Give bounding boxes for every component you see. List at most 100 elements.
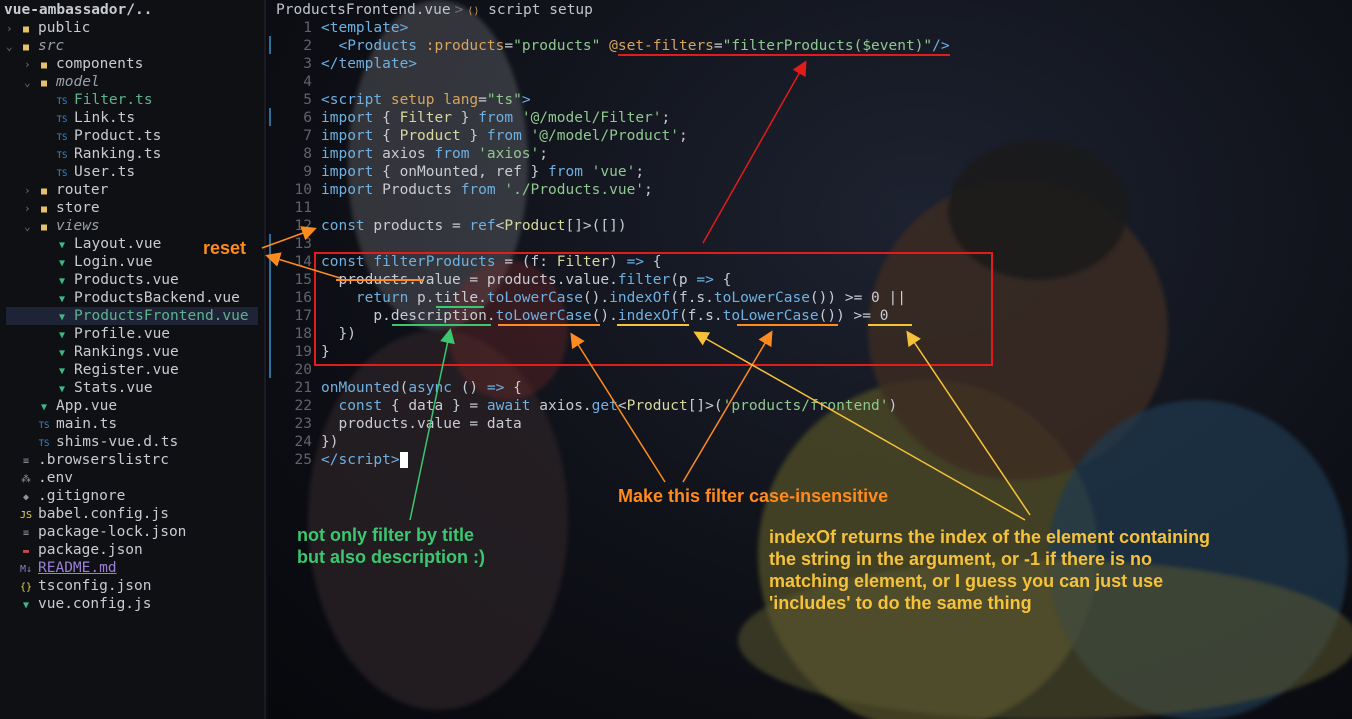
code-line[interactable]: 20 [268,361,321,379]
tree-item[interactable]: ⌄ ■ src [6,37,64,55]
code-token: import [321,110,374,126]
tree-item[interactable]: ≡ .browserslistrc [6,451,169,469]
code-line[interactable]: 4 [268,73,321,91]
tree-item[interactable]: TS shims-vue.d.ts [24,433,179,451]
tree-item[interactable]: ▼ Register.vue [42,361,179,379]
tree-item[interactable]: TS Filter.ts [42,91,153,109]
tree-item[interactable]: TS User.ts [42,163,136,181]
chevron-right-icon[interactable]: › [24,56,36,74]
tree-item[interactable]: ▼ Rankings.vue [42,343,179,361]
tree-item[interactable]: {} tsconfig.json [6,577,152,595]
tree-item[interactable]: ⌄ ■ model [24,73,100,91]
code-token: []> [687,398,714,414]
code-line[interactable]: 8 import axios from 'axios'; [268,145,548,163]
tree-item-label: App.vue [56,398,118,414]
line-number: 5 [303,92,312,108]
tree-item[interactable]: › ■ store [24,199,100,217]
tree-item[interactable]: › ■ components [24,55,143,73]
code-line[interactable]: 7 import { Product } from '@/model/Produc… [268,127,687,145]
code-token: }) [321,434,339,450]
code-token: (f.s. [678,308,723,324]
tree-item[interactable]: TS main.ts [24,415,118,433]
code-token: from [460,182,496,198]
code-line[interactable]: 16 return p.title.toLowerCase().indexOf(… [268,289,906,307]
code-token: await [486,398,531,414]
code-line[interactable]: 3 </template> [268,55,417,73]
tree-item-label: Login.vue [74,254,153,270]
line-number: 7 [303,128,312,144]
code-token: import [321,128,374,144]
tree-item[interactable]: JS babel.config.js [6,505,169,523]
breadcrumb-file[interactable]: ProductsFrontend.vue [276,2,451,18]
code-line[interactable]: 9 import { onMounted, ref } from 'vue'; [268,163,644,181]
code-icon: ⟨⟩ [467,6,480,17]
explorer-root-title[interactable]: vue-ambassador/.. [4,1,152,19]
code-token: Filter [556,254,610,270]
tree-item[interactable]: ▼ Profile.vue [42,325,170,343]
tree-item[interactable]: ▼ ProductsFrontend.vue [6,307,258,325]
line-number: 23 [294,416,312,432]
breadcrumb-section[interactable]: script setup [488,2,593,18]
chevron-right-icon[interactable]: › [24,200,36,218]
code-token: indexOf [609,290,671,306]
code-line[interactable]: 22 const { data } = await axios.get<Prod… [268,397,898,415]
tree-item[interactable]: ⌄ ■ views [24,217,100,235]
code-token: Products [373,182,461,198]
chevron-right-icon[interactable]: › [6,20,18,38]
chevron-down-icon[interactable]: ⌄ [24,218,36,236]
code-line[interactable]: 17 p.description.toLowerCase().indexOf(f… [268,307,889,325]
line-number: 13 [294,236,312,252]
code-line[interactable]: 15 products.value = products.value.filte… [268,271,732,289]
chevron-right-icon[interactable]: › [24,182,36,200]
code-token: ) [609,254,627,270]
code-line[interactable]: 10 import Products from './Products.vue'; [268,181,653,199]
code-line[interactable]: 11 [268,199,321,217]
code-token: { [373,128,400,144]
tree-item[interactable]: › ■ public [6,19,90,37]
code-line[interactable]: 23 products.value = data [268,415,522,433]
code-token: products = [364,218,470,234]
code-line[interactable]: 6 import { Filter } from '@/model/Filter'… [268,109,670,127]
code-line[interactable]: 25 </script> [268,451,408,469]
description-filter-label: not only filter by title but also descri… [297,525,486,567]
tree-item[interactable]: TS Product.ts [42,127,162,145]
code-line[interactable]: 13 [268,235,321,253]
tree-item[interactable]: ≡ package-lock.json [6,523,186,541]
tree-item[interactable]: › ■ router [24,181,108,199]
code-line[interactable]: 18 }) [268,325,356,343]
code-line[interactable]: 14 const filterProducts = (f: Filter) => … [268,253,662,271]
code-token: { onMounted, ref } [373,164,548,180]
code-line[interactable]: 21 onMounted(async () => { [268,379,522,397]
code-line[interactable]: 24}) [268,433,339,451]
tree-item-label: .gitignore [38,488,126,504]
tree-item[interactable]: ▼ ProductsBackend.vue [42,289,240,307]
chevron-down-icon[interactable]: ⌄ [6,38,18,56]
code-line[interactable]: 12 const products = ref<Product[]>([]) [268,217,627,235]
tree-item[interactable]: ▼ Stats.vue [42,379,153,397]
tree-item[interactable]: TS Ranking.ts [42,145,162,163]
tree-item[interactable]: ▼ Products.vue [42,271,179,289]
tree-item[interactable]: ⁂ .env [6,469,73,487]
tree-item-label: .env [38,470,73,486]
tree-item[interactable]: ▼ Layout.vue [42,235,161,253]
code-token: ( [399,380,409,396]
code-line[interactable]: 1 <template> [268,19,408,37]
tree-item-label: router [56,182,109,198]
tree-item[interactable]: ◆ .gitignore [6,487,125,505]
tree-item[interactable]: ▬ package.json [6,541,143,559]
tree-item[interactable]: M↓ README.md [6,559,117,577]
line-number: 1 [303,20,312,36]
code-token: from [548,164,583,180]
tree-item[interactable]: TS Link.ts [42,109,136,127]
tree-item-label: Products.vue [74,272,179,288]
tree-item[interactable]: ▼ vue.config.js [6,595,152,613]
code-line[interactable]: 5 <script setup lang="ts"> [268,91,530,109]
tree-item[interactable]: ▼ App.vue [24,397,117,415]
code-line[interactable]: 19} [268,343,330,361]
code-line[interactable]: 2 <Products :products="products" @set-fi… [268,37,949,55]
tree-item[interactable]: ▼ Login.vue [42,253,153,271]
reset-label: reset [203,238,247,258]
case-insensitive-label: Make this filter case-insensitive [618,486,889,506]
chevron-down-icon[interactable]: ⌄ [24,74,36,92]
